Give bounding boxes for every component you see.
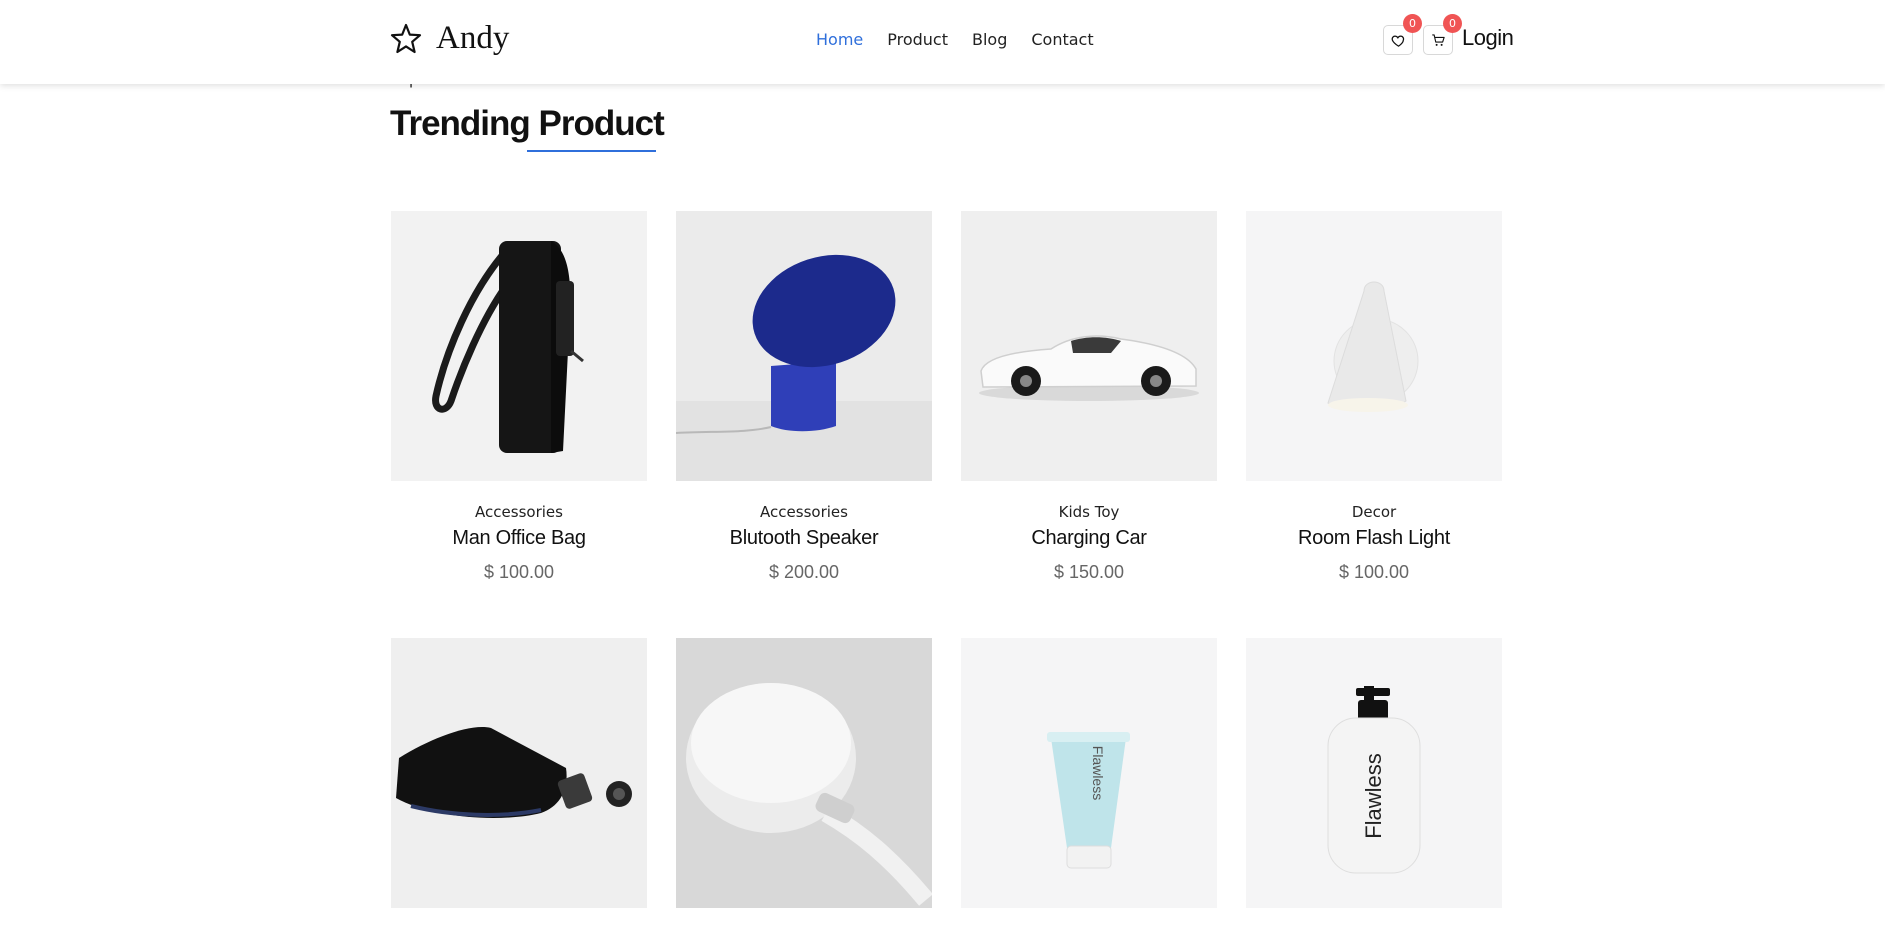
product-card[interactable] [391, 638, 647, 930]
tube-image: Flawless [1047, 732, 1130, 869]
product-card[interactable]: Flawless [961, 638, 1217, 930]
section-title: Trending Product [390, 104, 665, 143]
product-name[interactable]: Room Flash Light [1246, 527, 1502, 550]
product-image[interactable] [676, 638, 932, 908]
car-image [979, 335, 1199, 401]
product-category: Decor [1351, 503, 1397, 521]
bottle-image: Flawless [1327, 686, 1421, 874]
product-image[interactable] [1246, 211, 1502, 481]
charger-image [686, 683, 932, 906]
product-image[interactable] [961, 211, 1217, 481]
product-card[interactable]: Accessories Blutooth Speaker $ 200.00 [676, 211, 932, 583]
product-category: Accessories [760, 503, 848, 521]
tube-label: Flawless [1090, 746, 1106, 800]
product-category: Accessories [475, 503, 563, 521]
product-name[interactable]: Charging Car [961, 527, 1217, 550]
main-nav: Home Product Blog Contact [816, 30, 1118, 49]
product-price: $ 100.00 [483, 562, 555, 582]
product-image[interactable]: Flawless [961, 638, 1217, 908]
product-card[interactable]: Decor Room Flash Light $ 100.00 [1246, 211, 1502, 583]
product-price: $ 150.00 [1053, 562, 1125, 582]
cart-button[interactable]: 0 [1423, 14, 1462, 55]
speaker-image [676, 254, 932, 481]
brand-name: Andy [436, 20, 510, 56]
product-price: $ 100.00 [1338, 562, 1410, 582]
heart-icon [1391, 34, 1404, 47]
nav-blog[interactable]: Blog [972, 30, 1007, 49]
product-name[interactable]: Blutooth Speaker [676, 527, 932, 550]
product-card[interactable]: Kids Toy Charging Car $ 150.00 [961, 211, 1217, 583]
title-underline [527, 150, 656, 152]
wishlist-count-badge: 0 [1403, 14, 1422, 33]
cart-icon [1431, 33, 1445, 46]
product-price: $ 200.00 [768, 562, 840, 582]
nav-home[interactable]: Home [816, 30, 863, 49]
product-image[interactable] [391, 211, 647, 481]
product-image[interactable] [676, 211, 932, 481]
product-card[interactable]: Flawless [1246, 638, 1502, 930]
brand-logo[interactable]: Andy [390, 20, 509, 57]
product-card[interactable] [676, 638, 932, 930]
star-icon [390, 23, 422, 53]
lamp-image [1327, 281, 1419, 412]
product-category: Kids Toy [1058, 503, 1120, 521]
backpack-image [432, 241, 584, 453]
product-image[interactable]: Flawless [1246, 638, 1502, 908]
bottle-label: Flawless [1361, 753, 1386, 839]
product-name[interactable]: Man Office Bag [391, 527, 647, 550]
nav-product[interactable]: Product [887, 30, 948, 49]
nav-contact[interactable]: Contact [1031, 30, 1093, 49]
product-card[interactable]: Accessories Man Office Bag $ 100.00 [391, 211, 647, 583]
cart-count-badge: 0 [1443, 14, 1462, 33]
pouch-image [396, 727, 632, 818]
site-header: Andy Home Product Blog Contact 0 0 Login [0, 0, 1885, 84]
login-link[interactable]: Login [1462, 25, 1514, 51]
wishlist-button[interactable]: 0 [1383, 14, 1422, 55]
product-image[interactable] [391, 638, 647, 908]
